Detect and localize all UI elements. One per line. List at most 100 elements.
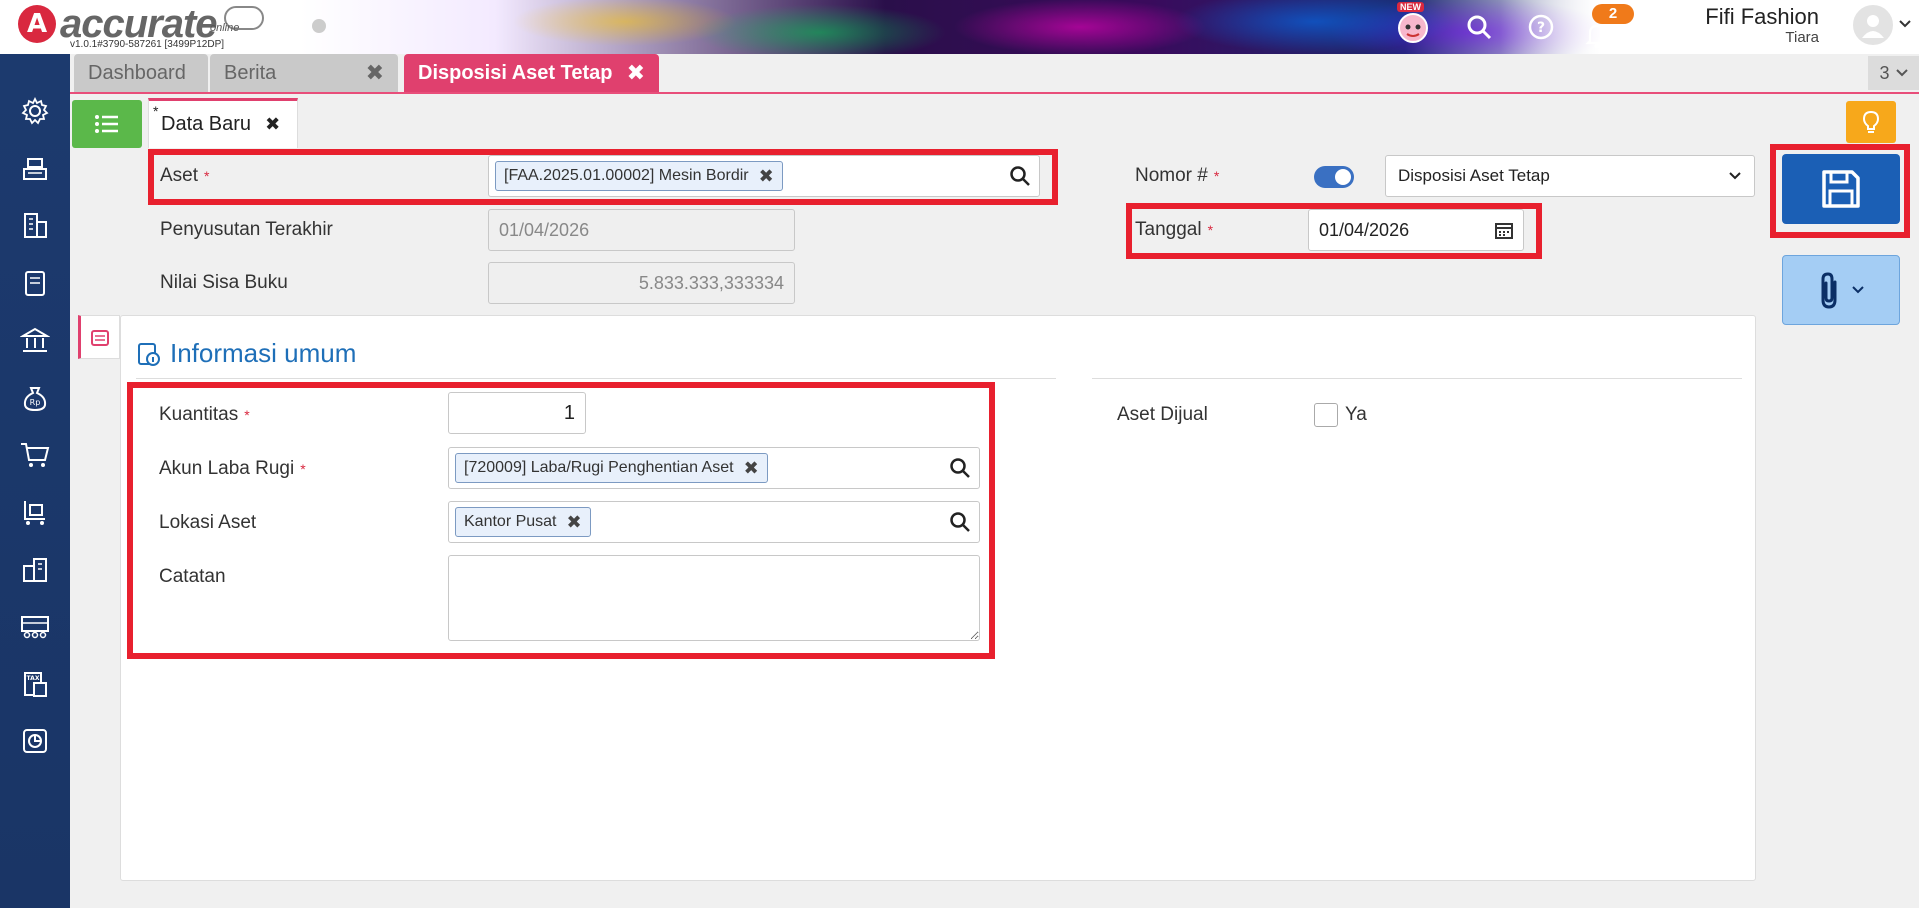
catatan-label: Catatan	[159, 566, 226, 587]
tab-count-dropdown[interactable]: 3	[1868, 56, 1919, 90]
catatan-textarea[interactable]	[448, 555, 980, 641]
document-stack-icon	[91, 330, 109, 346]
logo-text: accurate	[60, 2, 218, 46]
tab-dashboard-label: Dashboard	[88, 61, 186, 84]
kuantitas-input[interactable]: 1	[448, 392, 586, 434]
tab-disposisi-aset-tetap[interactable]: Disposisi Aset Tetap ✖	[404, 54, 659, 92]
sidebar: Rp TAX	[0, 54, 70, 908]
logo-mark-icon: A	[18, 5, 56, 43]
svg-text:TAX: TAX	[27, 675, 40, 682]
tab-berita[interactable]: Berita ✖	[210, 54, 398, 92]
subtab-label: Data Baru	[161, 113, 252, 135]
cart-icon[interactable]	[17, 437, 53, 473]
section-title-text: Informasi umum	[170, 338, 357, 368]
aset-chip: [FAA.2025.01.00002] Mesin Bordir ✖	[495, 161, 783, 191]
new-badge: NEW	[1397, 2, 1424, 12]
akun-chip-label: [720009] Laba/Rugi Penghentian Aset	[464, 459, 734, 476]
remove-chip-icon[interactable]: ✖	[744, 458, 759, 479]
search-icon[interactable]	[1009, 165, 1031, 187]
section-divider	[1092, 378, 1742, 379]
close-icon[interactable]: ✖	[265, 114, 280, 135]
lightbulb-icon	[1862, 110, 1880, 133]
book-icon[interactable]	[17, 265, 53, 301]
aset-field[interactable]: [FAA.2025.01.00002] Mesin Bordir ✖	[488, 155, 1040, 197]
mascot-new-icon[interactable]	[1396, 10, 1430, 44]
chevron-down-icon	[1729, 172, 1741, 180]
search-icon[interactable]	[949, 457, 971, 479]
version-text: v1.0.1#3790-587261 [3499P12DP]	[70, 39, 225, 50]
tab-count-value: 3	[1879, 62, 1890, 83]
ya-label[interactable]: Ya	[1345, 404, 1367, 426]
aset-dijual-label: Aset Dijual	[1117, 404, 1208, 425]
tanggal-label: Tanggal *	[1135, 219, 1214, 240]
panel-side-tab[interactable]	[78, 315, 120, 359]
tanggal-value: 01/04/2026	[1319, 219, 1410, 240]
app-header: A accurate online v1.0.1#3790-587261 [34…	[0, 0, 1919, 54]
report-icon[interactable]	[17, 723, 53, 759]
nomor-select-value: Disposisi Aset Tetap	[1398, 166, 1550, 185]
penyusutan-label: Penyusutan Terakhir	[160, 219, 333, 240]
auto-number-toggle[interactable]	[1314, 166, 1354, 188]
gear-icon[interactable]	[17, 93, 53, 129]
lokasi-chip-label: Kantor Pusat	[464, 513, 557, 530]
aset-dijual-checkbox[interactable]	[1314, 403, 1338, 427]
unsaved-indicator: *	[153, 103, 159, 119]
bank-icon[interactable]	[17, 322, 53, 358]
penyusutan-terakhir-field: 01/04/2026	[488, 209, 795, 251]
chevron-down-icon[interactable]	[1898, 16, 1912, 34]
attachment-button[interactable]	[1782, 255, 1900, 325]
accurate-logo[interactable]: A accurate	[18, 2, 218, 46]
aset-chip-label: [FAA.2025.01.00002] Mesin Bordir	[504, 167, 749, 184]
akun-laba-rugi-label: Akun Laba Rugi *	[159, 458, 306, 479]
close-icon[interactable]: ✖	[366, 60, 384, 86]
list-icon	[95, 115, 118, 133]
lokasi-aset-label: Lokasi Aset	[159, 512, 257, 533]
remove-chip-icon[interactable]: ✖	[567, 512, 582, 533]
search-icon[interactable]	[1462, 10, 1496, 44]
nilai-label: Nilai Sisa Buku	[160, 272, 288, 293]
calendar-icon[interactable]	[1495, 221, 1513, 239]
logo-subtext: online	[210, 22, 240, 34]
floppy-disk-icon	[1822, 170, 1860, 208]
tax-icon[interactable]: TAX	[17, 666, 53, 702]
svg-text:Rp: Rp	[30, 398, 41, 407]
tab-dashboard[interactable]: Dashboard	[74, 54, 208, 92]
help-icon[interactable]: ?	[1524, 10, 1558, 44]
status-dot-icon	[312, 19, 326, 33]
user-avatar[interactable]	[1851, 3, 1895, 47]
search-icon[interactable]	[949, 511, 971, 533]
lokasi-aset-field[interactable]: Kantor Pusat ✖	[448, 501, 980, 543]
list-view-button[interactable]	[72, 100, 142, 148]
info-document-icon	[138, 342, 160, 366]
close-icon[interactable]: ✖	[627, 60, 645, 86]
user-name: Tiara	[1785, 29, 1819, 46]
subtab-data-baru[interactable]: * Data Baru ✖	[148, 98, 298, 148]
kuantitas-label: Kuantitas *	[159, 404, 250, 425]
nilai-sisa-buku-field: 5.833.333,333334	[488, 262, 795, 304]
chevron-down-icon	[1895, 69, 1908, 77]
lokasi-chip: Kantor Pusat ✖	[455, 507, 591, 537]
svg-text:?: ?	[1537, 20, 1545, 36]
warehouse-icon[interactable]	[17, 551, 53, 587]
tab-bar: Dashboard Berita ✖ Disposisi Aset Tetap …	[70, 54, 1919, 94]
tips-button[interactable]	[1846, 101, 1896, 143]
aset-label: Aset *	[160, 165, 210, 186]
trolley-icon[interactable]	[17, 494, 53, 530]
akun-laba-rugi-field[interactable]: [720009] Laba/Rugi Penghentian Aset ✖	[448, 447, 980, 489]
remove-chip-icon[interactable]: ✖	[759, 166, 774, 187]
cash-register-icon[interactable]	[17, 150, 53, 186]
notification-count-badge: 2	[1592, 4, 1634, 24]
paperclip-icon	[1821, 272, 1837, 309]
factory-icon[interactable]	[17, 608, 53, 644]
save-button[interactable]	[1782, 154, 1900, 224]
akun-chip: [720009] Laba/Rugi Penghentian Aset ✖	[455, 453, 768, 483]
chevron-down-icon	[1852, 286, 1864, 294]
company-name[interactable]: Fifi Fashion	[1705, 4, 1819, 30]
money-bag-icon[interactable]: Rp	[17, 380, 53, 416]
tanggal-field[interactable]: 01/04/2026	[1308, 209, 1524, 251]
section-title-informasi-umum: Informasi umum	[136, 338, 356, 369]
nomor-select[interactable]: Disposisi Aset Tetap	[1385, 155, 1755, 197]
building-icon[interactable]	[17, 207, 53, 243]
tab-active-label: Disposisi Aset Tetap	[418, 61, 613, 84]
nomor-label: Nomor # *	[1135, 165, 1220, 186]
